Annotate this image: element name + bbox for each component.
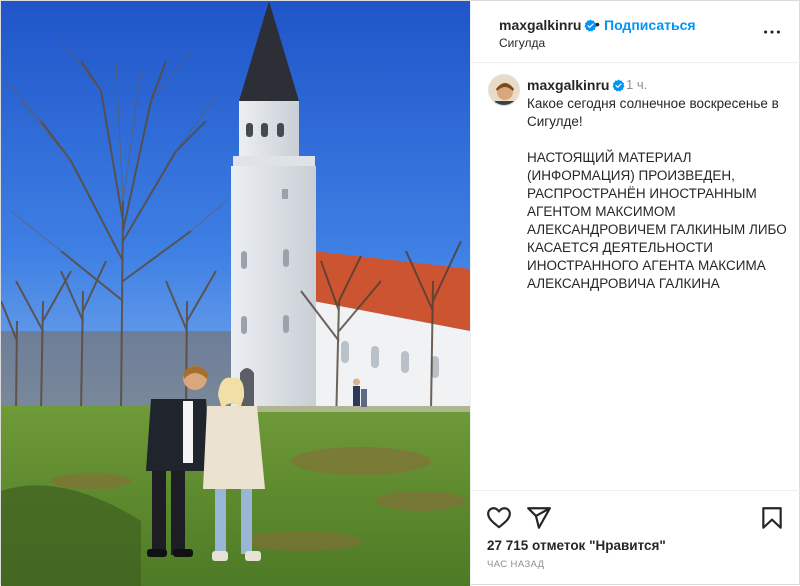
- avatar[interactable]: [488, 74, 520, 106]
- caption-text: Какое сегодня солнечное воскресенье в Си…: [527, 95, 789, 293]
- more-horizontal-icon[interactable]: [761, 21, 783, 43]
- post-dialog: maxgalkinru • Подписаться Сигулда maxgal…: [0, 0, 800, 586]
- caption-line: Какое сегодня солнечное воскресенье в Си…: [527, 96, 779, 129]
- post-footer: 27 715 отметок "Нравится" ЧАС НАЗАД: [471, 490, 800, 586]
- paper-plane-icon[interactable]: [526, 505, 552, 531]
- follow-button[interactable]: Подписаться: [604, 17, 696, 33]
- verified-badge-icon: [613, 79, 625, 92]
- post-photo[interactable]: [1, 1, 470, 586]
- caption-disclaimer: НАСТОЯЩИЙ МАТЕРИАЛ (ИНФОРМАЦИЯ) ПРОИЗВЕД…: [527, 150, 787, 291]
- post-time-ago[interactable]: ЧАС НАЗАД: [487, 559, 544, 570]
- post-location[interactable]: Сигулда: [499, 36, 545, 50]
- likes-count[interactable]: 27 715 отметок "Нравится": [487, 538, 666, 553]
- bookmark-icon[interactable]: [759, 505, 785, 531]
- post-sidebar: maxgalkinru • Подписаться Сигулда maxgal…: [470, 1, 800, 586]
- header-separator: •: [595, 16, 600, 32]
- caption-timestamp[interactable]: 1 ч.: [626, 77, 647, 92]
- heart-icon[interactable]: [486, 505, 512, 531]
- post-caption: maxgalkinru 1 ч. Какое сегодня солнечное…: [471, 63, 800, 490]
- caption-username[interactable]: maxgalkinru: [527, 77, 625, 93]
- header-username[interactable]: maxgalkinru: [499, 17, 597, 33]
- post-header: maxgalkinru • Подписаться Сигулда: [471, 1, 800, 63]
- caption-gap: [527, 131, 789, 149]
